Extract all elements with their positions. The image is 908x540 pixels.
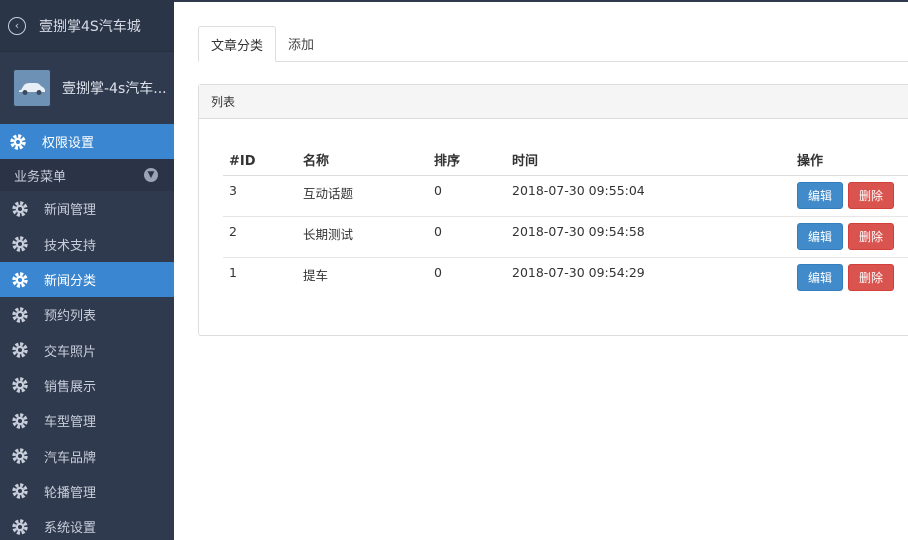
cell-time: 2018-07-30 09:54:29 xyxy=(512,264,645,280)
delete-button[interactable]: 删除 xyxy=(848,263,895,291)
user-name: 壹捌掌-4s汽车... xyxy=(62,81,167,97)
sidebar-item-label: 交车照片 xyxy=(44,344,97,360)
column-header-actions: 操作 xyxy=(791,143,908,176)
sidebar-item-label: 预约列表 xyxy=(44,309,97,325)
delete-button[interactable]: 删除 xyxy=(848,181,895,209)
sidebar-item-label: 系统设置 xyxy=(44,521,97,537)
sidebar-item-4[interactable]: 交车照片 xyxy=(0,332,174,367)
sidebar-item-3[interactable]: 预约列表 xyxy=(0,297,174,332)
cell-actions: 编辑 删除 xyxy=(791,257,908,298)
edit-button[interactable]: 编辑 xyxy=(797,222,844,250)
cell-sort: 0 xyxy=(434,264,442,280)
cell-id: 3 xyxy=(223,175,297,217)
sidebar-item-7[interactable]: 汽车品牌 xyxy=(0,438,174,473)
sidebar-item-2[interactable]: 新闻分类 xyxy=(0,261,174,298)
gear-icon xyxy=(11,412,29,430)
sidebar-item-1[interactable]: 技术支持 xyxy=(0,227,174,262)
cell-actions: 编辑 删除 xyxy=(791,216,908,258)
main-content: 文章分类 添加 列表 #ID 名称 排序 时间 操作 3 互动话题 0 2018-07… xyxy=(174,2,908,540)
cell-id: 2 xyxy=(223,216,297,258)
cell-actions: 编辑 删除 xyxy=(791,175,908,217)
cell-time: 2018-07-30 09:54:58 xyxy=(506,216,791,258)
sidebar: ‹ 壹捌掌4S汽车城 壹捌掌-4s汽车... 权限设置 业务菜单 ▼ 新闻管理技… xyxy=(0,0,174,540)
gear-icon xyxy=(11,200,29,218)
sidebar-item-8[interactable]: 轮播管理 xyxy=(0,474,174,509)
gear-icon xyxy=(11,482,29,500)
cell-name: 长期测试 xyxy=(297,216,428,258)
sidebar-item-6[interactable]: 车型管理 xyxy=(0,403,174,438)
app-title: 壹捌掌4S汽车城 xyxy=(39,18,141,35)
tab-add[interactable]: 添加 xyxy=(276,26,326,61)
gear-icon xyxy=(11,376,29,394)
sidebar-item-label: 销售展示 xyxy=(44,379,97,395)
column-header-id: #ID xyxy=(223,143,297,176)
column-header-sort: 排序 xyxy=(428,143,506,176)
sidebar-item-permissions[interactable]: 权限设置 xyxy=(0,124,174,160)
table-row: 3 互动话题 0 2018-07-30 09:55:04 编辑 删除 xyxy=(223,175,908,217)
sidebar-item-label: 轮播管理 xyxy=(44,485,97,501)
gear-icon xyxy=(11,235,29,253)
sidebar-item-label: 新闻分类 xyxy=(44,274,97,290)
table-header-row: #ID 名称 排序 时间 操作 xyxy=(223,143,908,176)
sidebar-item-label: 新闻管理 xyxy=(44,203,97,219)
sidebar-item-label: 汽车品牌 xyxy=(44,450,97,466)
back-circle-icon[interactable]: ‹ xyxy=(8,16,26,35)
cell-time: 2018-07-30 09:55:04 xyxy=(506,175,791,217)
column-header-time: 时间 xyxy=(506,143,791,176)
chevron-down-icon: ▼ xyxy=(144,168,158,183)
sidebar-item-9[interactable]: 系统设置 xyxy=(0,509,174,540)
sidebar-item-5[interactable]: 销售展示 xyxy=(0,368,174,403)
gear-icon xyxy=(11,271,29,289)
sidebar-item-label: 车型管理 xyxy=(44,415,97,431)
sidebar-item-0[interactable]: 新闻管理 xyxy=(0,191,174,226)
category-table: #ID 名称 排序 时间 操作 3 互动话题 0 2018-07-30 09:55:0… xyxy=(223,143,908,298)
panel-title: 列表 xyxy=(199,85,908,119)
delete-button[interactable]: 删除 xyxy=(848,222,895,250)
sidebar-item-label: 技术支持 xyxy=(44,238,97,254)
list-panel: 列表 #ID 名称 排序 时间 操作 3 互动话题 0 2018-07-30 09:5… xyxy=(198,84,908,336)
gear-icon xyxy=(11,306,29,324)
gear-icon xyxy=(11,341,29,359)
column-header-name: 名称 xyxy=(297,143,428,176)
car-avatar xyxy=(14,70,50,106)
cell-name: 提车 xyxy=(303,267,329,283)
gear-icon xyxy=(11,447,29,465)
user-profile[interactable]: 壹捌掌-4s汽车... xyxy=(0,52,174,124)
tab-article-category[interactable]: 文章分类 xyxy=(198,26,277,62)
car-icon xyxy=(19,83,45,95)
cell-sort: 0 xyxy=(428,175,506,217)
sidebar-group-label: 业务菜单 xyxy=(14,169,67,185)
sidebar-group-business[interactable]: 业务菜单 ▼ xyxy=(0,159,174,192)
brand-bar: ‹ 壹捌掌4S汽车城 xyxy=(0,0,174,52)
sidebar-item-label: 权限设置 xyxy=(42,136,95,152)
table-row: 1 提车 0 2018-07-30 09:54:29 编辑 删除 xyxy=(223,257,908,298)
gear-icon xyxy=(11,518,29,536)
edit-button[interactable]: 编辑 xyxy=(797,181,844,209)
cell-sort: 0 xyxy=(428,216,506,258)
gear-icon xyxy=(9,133,27,151)
table-row: 2 长期测试 0 2018-07-30 09:54:58 编辑 删除 xyxy=(223,216,908,258)
tab-bar: 文章分类 添加 xyxy=(198,26,908,62)
cell-name: 互动话题 xyxy=(297,175,428,217)
cell-id: 1 xyxy=(229,264,237,280)
edit-button[interactable]: 编辑 xyxy=(797,263,844,291)
